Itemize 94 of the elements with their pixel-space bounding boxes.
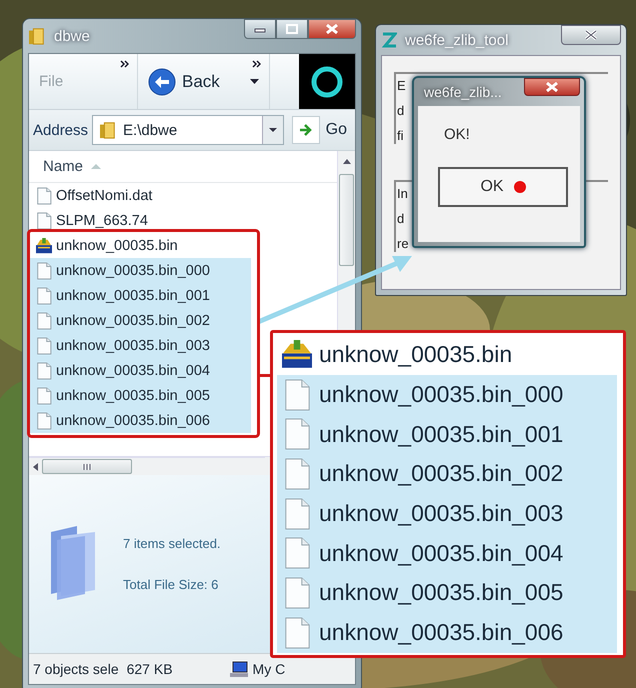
file-row[interactable]: unknow_00035.bin: [277, 335, 617, 375]
file-icon: [35, 312, 53, 330]
file-icon: [35, 262, 53, 280]
dropdown-caret-icon: [268, 128, 277, 132]
close-icon: [584, 29, 598, 41]
file-row[interactable]: SLPM_663.74: [29, 208, 251, 233]
file-row[interactable]: unknow_00035.bin_001: [29, 283, 251, 308]
dialog-title: we6fe_zlib...: [424, 84, 502, 100]
file-name: unknow_00035.bin_004: [319, 540, 564, 567]
file-name: unknow_00035.bin_000: [56, 262, 210, 278]
file-name: unknow_00035.bin_003: [56, 338, 210, 354]
horizontal-scrollbar[interactable]: [29, 457, 265, 475]
file-row[interactable]: unknow_00035.bin_004: [277, 533, 617, 574]
file-name: unknow_00035.bin_004: [56, 362, 210, 378]
file-row[interactable]: unknow_00035.bin_006: [277, 612, 617, 652]
close-icon: [545, 81, 559, 93]
file-icon: [35, 212, 53, 230]
sort-arrow-icon: [91, 164, 102, 169]
address-text: E:\dbwe: [123, 122, 178, 138]
caret-icon: [250, 79, 259, 84]
field-label: E: [397, 78, 406, 93]
window-title: dbwe: [54, 28, 90, 44]
grip-icon: [83, 462, 91, 470]
progress-ring-icon: [309, 64, 345, 100]
bin-file-icon: [35, 236, 53, 254]
file-name: unknow_00035.bin_002: [319, 460, 564, 488]
address-label: Address: [33, 122, 88, 138]
file-name: unknow_00035.bin_006: [319, 619, 564, 646]
go-button[interactable]: Go: [288, 115, 351, 145]
chevron-icon: [120, 60, 129, 68]
file-name: unknow_00035.bin_005: [56, 388, 210, 404]
file-row[interactable]: unknow_00035.bin_000: [29, 258, 251, 283]
file-row[interactable]: unknow_00035.bin_002: [29, 308, 251, 333]
maximize-icon: [286, 24, 298, 34]
file-row[interactable]: unknow_00035.bin_003: [29, 333, 251, 358]
bin-file-icon: [281, 338, 313, 371]
file-row[interactable]: unknow_00035.bin_000: [277, 374, 617, 414]
scroll-left-icon: [33, 462, 38, 470]
file-name: unknow_00035.bin_005: [319, 579, 564, 606]
address-field[interactable]: E:\dbwe: [92, 115, 284, 145]
file-icon: [35, 336, 53, 354]
minimize-button[interactable]: [244, 19, 276, 39]
file-name: OffsetNomi.dat: [56, 188, 152, 204]
close-button[interactable]: [524, 78, 580, 96]
file-row[interactable]: unknow_00035.bin_006: [29, 408, 251, 433]
field-label: In: [397, 186, 408, 201]
file-row[interactable]: unknow_00035.bin_003: [277, 494, 617, 534]
ok-button[interactable]: OK: [438, 167, 568, 207]
detail-text: Total File Size: 6: [123, 577, 220, 592]
app-icon: [381, 32, 397, 48]
file-icon: [35, 362, 53, 380]
file-name: unknow_00035.bin_002: [56, 312, 210, 328]
file-icon: [35, 286, 53, 304]
file-name: unknow_00035.bin_000: [319, 381, 564, 408]
file-name: unknow_00035.bin_006: [56, 412, 210, 428]
file-row[interactable]: unknow_00035.bin_002: [277, 454, 617, 494]
file-row[interactable]: unknow_00035.bin_005: [277, 573, 617, 613]
column-header[interactable]: Name: [43, 158, 84, 175]
window-title: we6fe_zlib_tool: [405, 32, 508, 48]
status-text: 7 objects sele: [33, 661, 119, 677]
file-row[interactable]: OffsetNomi.dat: [29, 183, 251, 208]
field-label: re: [397, 236, 409, 251]
go-arrow-icon: [299, 123, 312, 137]
maximize-button[interactable]: [276, 19, 308, 39]
close-button[interactable]: [561, 25, 621, 45]
file-name: unknow_00035.bin: [319, 341, 512, 368]
field-label: fi: [397, 128, 404, 143]
close-icon: [325, 23, 339, 35]
file-name: SLPM_663.74: [56, 212, 148, 228]
message-text: OK!: [444, 126, 471, 143]
status-text: 627 KB: [126, 661, 173, 677]
scroll-up-icon: [342, 159, 350, 164]
field-label: d: [397, 211, 404, 226]
file-name: unknow_00035.bin: [56, 238, 178, 254]
back-button[interactable]: Back: [148, 68, 240, 96]
file-name: unknow_00035.bin_001: [56, 288, 210, 304]
close-button[interactable]: [308, 19, 356, 39]
file-row[interactable]: unknow_00035.bin_001: [277, 414, 617, 454]
file-icon: [35, 186, 53, 204]
field-label: d: [397, 103, 404, 118]
chevron-icon: [252, 60, 261, 68]
detail-text: 7 items selected.: [123, 536, 221, 551]
computer-icon: [228, 660, 249, 678]
file-icon: [35, 386, 53, 404]
file-name: unknow_00035.bin_001: [319, 420, 564, 448]
status-text: My C: [252, 661, 286, 677]
file-icon: [35, 412, 53, 430]
file-name: unknow_00035.bin_003: [319, 500, 564, 528]
file-row[interactable]: unknow_00035.bin_004: [29, 358, 251, 383]
folder-icon: [99, 121, 118, 139]
folder-icon: [28, 27, 46, 45]
click-marker-icon: [514, 181, 526, 193]
file-row[interactable]: unknow_00035.bin_005: [29, 383, 251, 408]
file-row[interactable]: unknow_00035.bin: [29, 233, 251, 258]
